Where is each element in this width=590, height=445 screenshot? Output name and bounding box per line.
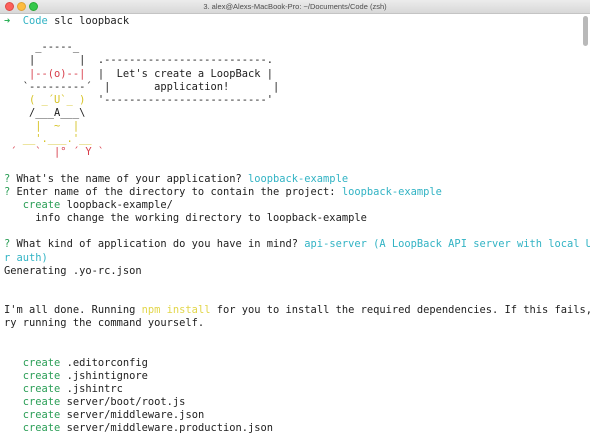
terminal-window: 3. alex@Alexs-MacBook-Pro: ~/Documents/C…	[0, 0, 590, 445]
done-message-continuation: ry running the command yourself.	[4, 317, 580, 330]
speech-bubble: | Let's create a LoopBack |	[85, 67, 273, 80]
speech-bubble: .--------------------------.	[85, 54, 273, 67]
file-create-line: create .editorconfig	[4, 357, 580, 370]
prompt-dir: Code	[22, 15, 48, 27]
file-path: .editorconfig	[60, 356, 148, 369]
generating-line: Generating .yo-rc.json	[4, 265, 580, 278]
file-create-line: create server/middleware.production.json	[4, 422, 580, 435]
yeoman-art: `---------´	[4, 80, 92, 93]
file-path: server/boot/root.js	[60, 396, 186, 409]
create-label: create	[22, 422, 61, 435]
title-bar[interactable]: 3. alex@Alexs-MacBook-Pro: ~/Documents/C…	[0, 0, 590, 14]
file-path: server/middleware.json	[60, 409, 205, 422]
create-label: create	[22, 396, 61, 409]
prompt-command: slc loopback	[54, 15, 130, 27]
file-path: server/middleware.production.json	[60, 422, 274, 435]
yeoman-art: | ~ |	[4, 120, 80, 133]
answer-text: loopback-example	[247, 172, 349, 185]
banner-row: | | .--------------------------.	[4, 54, 580, 67]
yeoman-art: ´ ` |° ´ Y `	[4, 146, 105, 159]
file-create-line: create server/boot/root.js	[4, 396, 580, 409]
create-label: create	[22, 356, 61, 369]
answer-continuation: r auth)	[4, 252, 580, 265]
yeoman-art: ( _´U`_ )	[4, 93, 86, 106]
file-create-line: create server/middleware.json	[4, 409, 580, 422]
npm-install-command: npm install	[141, 304, 211, 317]
done-text: I'm all done. Running	[4, 304, 142, 317]
banner-row: __'.___.'__	[4, 133, 580, 146]
prompt-line: ➜ Code slc loopback	[4, 15, 580, 28]
banner-row: _-----_	[4, 41, 580, 54]
banner-row: |--(o)--| | Let's create a LoopBack |	[4, 68, 580, 81]
info-line: info change the working directory to loo…	[4, 212, 580, 225]
banner-row: ( _´U`_ ) '--------------------------'	[4, 94, 580, 107]
create-label: create	[22, 369, 61, 382]
answer-text: r auth)	[4, 251, 48, 264]
question-directory: ? Enter name of the directory to contain…	[4, 186, 580, 199]
answer-text: api-server (A LoopBack API server with l…	[304, 238, 590, 251]
file-path: .jshintrc	[60, 382, 123, 395]
prompt-arrow-icon: ➜	[4, 15, 11, 27]
done-message: I'm all done. Running npm install for yo…	[4, 304, 590, 317]
done-text: ry running the command yourself.	[4, 317, 205, 330]
question-app-name: ? What's the name of your application? l…	[4, 173, 580, 186]
file-path: .jshintignore	[60, 369, 148, 382]
done-text: for you to install the required dependen…	[210, 304, 590, 317]
speech-bubble: | application! |	[91, 80, 280, 93]
question-app-kind: ? What kind of application do you have i…	[4, 238, 590, 251]
create-label: create	[22, 409, 61, 422]
question-text: What's the name of your application?	[10, 172, 248, 185]
banner-row: ´ ` |° ´ Y `	[4, 146, 580, 159]
info-text: change the working directory to loopback…	[60, 212, 367, 225]
yeoman-art: _-----_	[4, 41, 80, 54]
question-text: What kind of application do you have in …	[10, 238, 305, 251]
yeoman-art: /___A___\	[4, 106, 86, 119]
create-dir-line: create loopback-example/	[4, 199, 580, 212]
create-label: create	[22, 382, 61, 395]
answer-text: loopback-example	[341, 185, 442, 198]
yeoman-art: __'.___.'__	[4, 133, 92, 146]
banner-row: `---------´ | application! |	[4, 81, 580, 94]
created-path: loopback-example/	[60, 198, 173, 211]
banner-row: | ~ |	[4, 120, 580, 133]
speech-bubble: '--------------------------'	[85, 93, 273, 106]
window-title: 3. alex@Alexs-MacBook-Pro: ~/Documents/C…	[203, 2, 387, 11]
generating-text: Generating .yo-rc.json	[4, 264, 142, 277]
scrollbar-thumb[interactable]	[583, 16, 588, 46]
terminal-output[interactable]: ➜ Code slc loopback _-----_ | | .-------…	[4, 15, 590, 436]
create-label: create	[22, 198, 61, 211]
yeoman-art: | |	[4, 54, 86, 67]
question-text: Enter name of the directory to contain t…	[10, 185, 342, 198]
banner-row: /___A___\	[4, 107, 580, 120]
file-create-line: create .jshintrc	[4, 383, 580, 396]
file-create-line: create .jshintignore	[4, 370, 580, 383]
yeoman-art: |--(o)--|	[4, 67, 86, 80]
info-label: info	[35, 212, 61, 225]
